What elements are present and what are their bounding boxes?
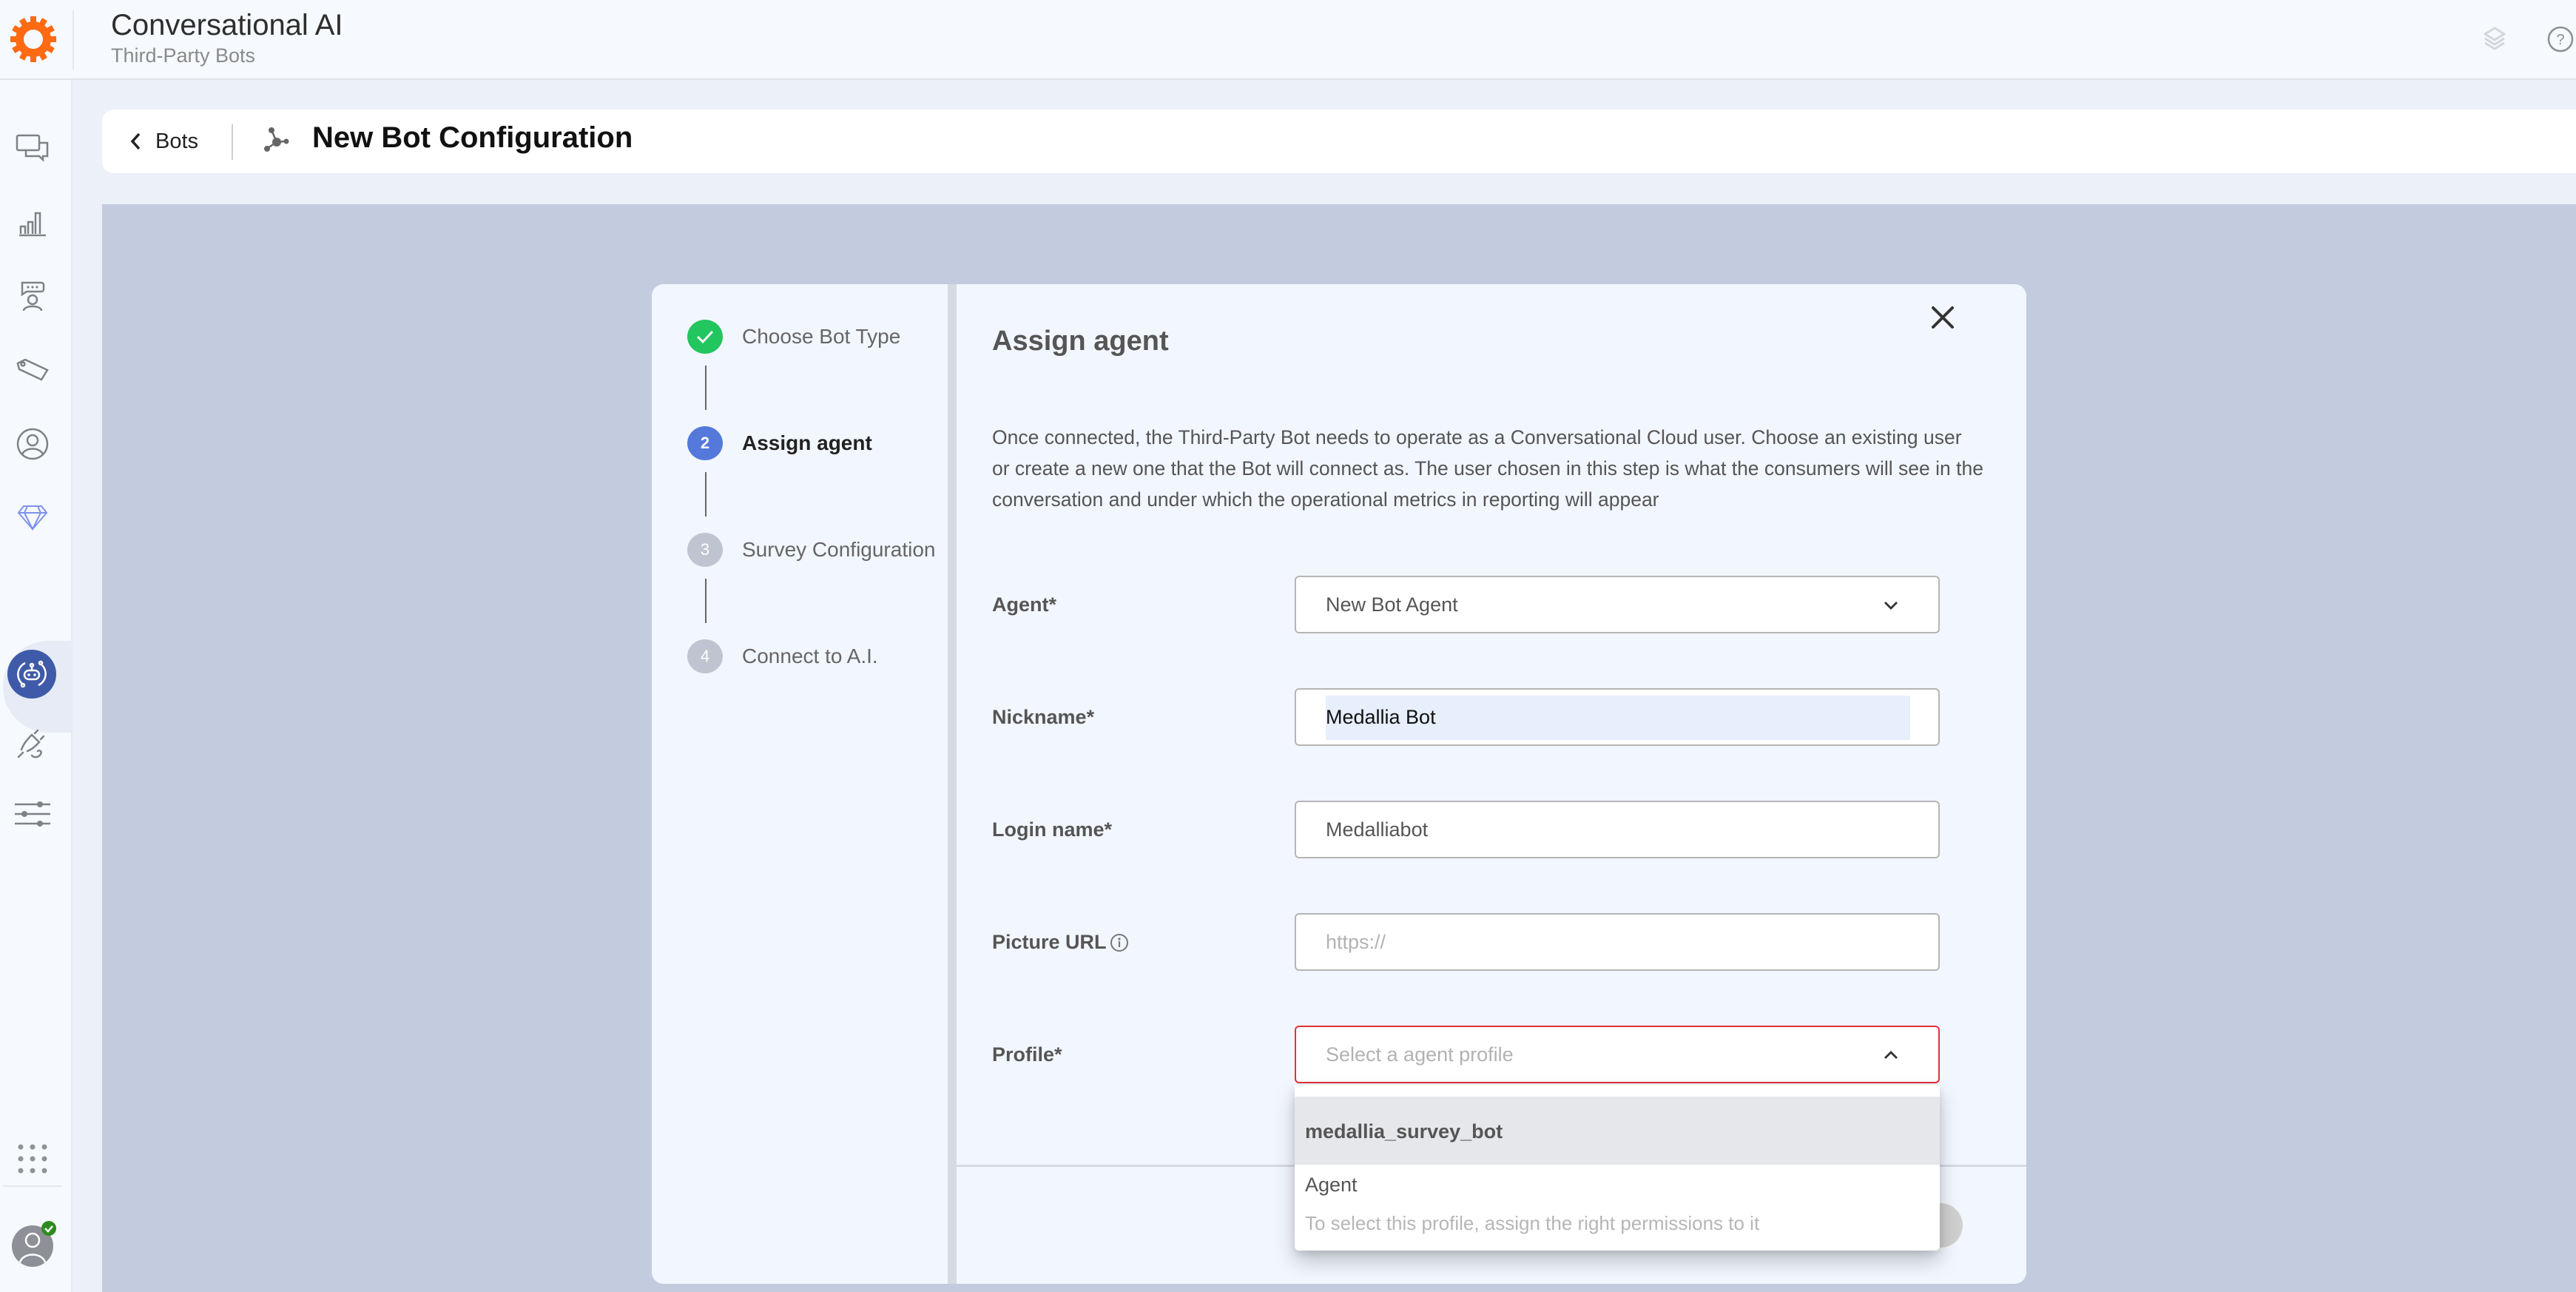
sidebar-divider: [3, 1185, 62, 1187]
step-label: Assign agent: [742, 431, 872, 454]
profile-select[interactable]: Select a agent profile: [1295, 1026, 1940, 1083]
step-label: Connect to A.I.: [742, 645, 878, 667]
avatar-icon: [12, 1221, 56, 1267]
form-description: Once connected, the Third-Party Bot need…: [992, 426, 1983, 511]
svg-text:?: ?: [2556, 32, 2564, 48]
user-circle-icon: [16, 428, 49, 460]
chevron-up-icon: [1884, 1051, 1898, 1059]
step-assign-agent[interactable]: 2 Assign agent: [687, 426, 872, 460]
sidebar-item-tags[interactable]: [10, 348, 55, 392]
login-name-input[interactable]: Medalliabot: [1295, 801, 1940, 858]
step-connector: [705, 472, 707, 517]
sidebar-item-analytics[interactable]: [10, 200, 55, 244]
layers-icon[interactable]: [2476, 21, 2513, 58]
info-icon[interactable]: [1110, 933, 1129, 952]
agent-select-value: New Bot Agent: [1326, 593, 1458, 616]
option-disabled-hint: To select this profile, assign the right…: [1305, 1212, 1760, 1234]
sidebar-item-settings[interactable]: [10, 792, 55, 836]
brand-logo-icon: [10, 16, 56, 62]
sidebar-item-agent-workspace[interactable]: [10, 274, 55, 318]
page-header-card: Bots New Bot Configuration: [102, 110, 2576, 173]
sidebar-item-integrations[interactable]: [10, 722, 55, 767]
agent-label: Agent*: [992, 593, 1056, 616]
option-label: medallia_survey_bot: [1305, 1120, 1503, 1143]
profile-option-medallia-survey-bot[interactable]: medallia_survey_bot: [1295, 1097, 1940, 1165]
grid-dots-icon: [18, 1144, 47, 1174]
plug-hand-icon: [17, 729, 45, 758]
bot-icon: [17, 660, 47, 688]
step-number: 3: [687, 533, 723, 567]
profile-dropdown-menu: medallia_survey_bot Agent To select this…: [1295, 1085, 1940, 1251]
app-subtitle: Third-Party Bots: [111, 44, 256, 67]
diamond-icon: [17, 505, 48, 531]
step-connect-ai: 4 Connect to A.I.: [687, 639, 878, 673]
help-icon[interactable]: ?: [2542, 21, 2576, 58]
step-number: 2: [687, 426, 723, 460]
sidebar-item-bots[interactable]: [7, 650, 56, 699]
chat-bubbles-icon: [16, 134, 49, 163]
header-card-divider: [232, 124, 233, 160]
profile-option-agent: Agent To select this profile, assign the…: [1295, 1165, 1940, 1251]
step-connector: [705, 579, 707, 623]
step-number: 4: [687, 639, 723, 673]
step-connector: [705, 366, 707, 410]
apps-launcher-button[interactable]: [10, 1137, 55, 1181]
profile-placeholder: Select a agent profile: [1326, 1043, 1514, 1066]
close-icon[interactable]: [1929, 303, 1957, 332]
app-title: Conversational AI: [111, 9, 343, 41]
panel-divider: [948, 284, 957, 1284]
sidebar-nav: [0, 80, 73, 1292]
agent-chat-icon: [21, 281, 45, 312]
header-divider: [73, 10, 74, 70]
sliders-icon: [15, 801, 50, 827]
step-choose-bot-type[interactable]: Choose Bot Type: [687, 320, 900, 354]
agent-select[interactable]: New Bot Agent: [1295, 576, 1940, 633]
sidebar-item-conversations[interactable]: [10, 126, 55, 170]
nickname-input[interactable]: Medallia Bot: [1295, 688, 1940, 746]
top-header: Conversational AI Third-Party Bots ?: [0, 0, 2576, 80]
step-label: Choose Bot Type: [742, 325, 901, 348]
bot-network-icon: [264, 127, 289, 152]
picture-url-input[interactable]: https://: [1295, 913, 1940, 971]
step-label: Survey Configuration: [742, 538, 936, 561]
sidebar-item-premium[interactable]: [10, 496, 55, 540]
login-name-value: Medalliabot: [1326, 818, 1429, 841]
user-profile-button[interactable]: [7, 1218, 59, 1270]
tag-icon: [16, 358, 49, 381]
chevron-left-icon: [130, 132, 141, 150]
chevron-down-icon: [1884, 602, 1898, 610]
online-status-icon: [41, 1221, 56, 1236]
sidebar-item-users[interactable]: [10, 422, 55, 466]
option-label: Agent: [1305, 1174, 1358, 1196]
picture-url-label: Picture URL: [992, 931, 1129, 954]
wizard-steps: Choose Bot Type 2 Assign agent 3 Survey …: [652, 284, 948, 1284]
profile-label: Profile*: [992, 1043, 1062, 1066]
nickname-label: Nickname*: [992, 706, 1095, 728]
nickname-value: Medallia Bot: [1326, 705, 1436, 728]
bar-chart-icon: [19, 212, 46, 237]
page-title: New Bot Configuration: [312, 121, 633, 154]
picture-url-placeholder: https://: [1326, 930, 1386, 953]
back-label: Bots: [155, 129, 199, 153]
step-survey-configuration: 3 Survey Configuration: [687, 533, 935, 567]
back-to-bots-link[interactable]: Bots: [129, 126, 198, 157]
form-title: Assign agent: [992, 326, 1169, 357]
login-name-label: Login name*: [992, 818, 1113, 841]
step-complete-check-icon: [687, 320, 723, 354]
